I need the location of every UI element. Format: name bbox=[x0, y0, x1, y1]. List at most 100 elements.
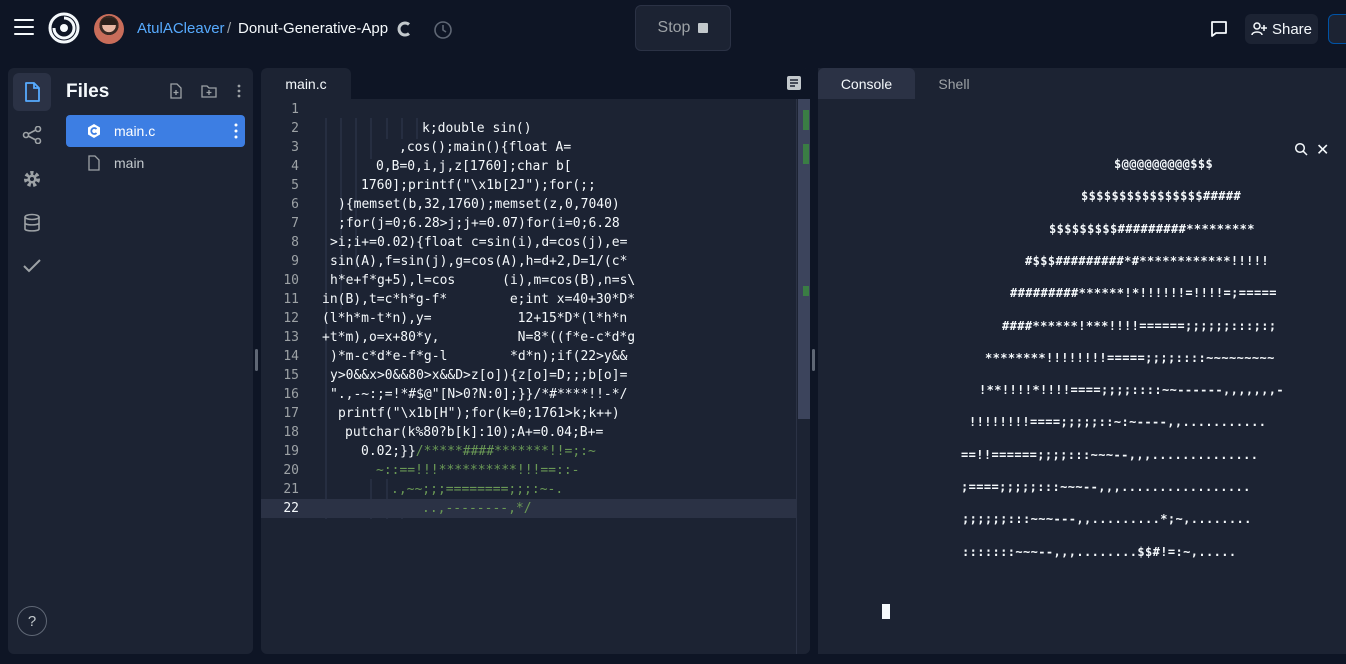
line-number: 1 bbox=[291, 102, 299, 117]
code-text: ~::==!!!**********!!!==::- bbox=[376, 463, 580, 478]
code-line[interactable]: 14)*m-c*d*e-f*g-l *d*n);if(22>y&& bbox=[261, 347, 809, 366]
line-number: 13 bbox=[283, 330, 299, 345]
code-text: )*m-c*d*e-f*g-l *d*n);if(22>y&& bbox=[330, 349, 628, 364]
code-line[interactable]: 8 >i;i+=0.02){float c=sin(i),d=cos(j),e= bbox=[261, 233, 809, 252]
line-number: 9 bbox=[291, 254, 299, 269]
code-text: ;for(j=0;6.28>j;j+=0.07)for(i=0;6.28 bbox=[338, 216, 620, 231]
avatar[interactable] bbox=[94, 14, 124, 44]
history-icon[interactable] bbox=[432, 19, 454, 41]
editor-options-icon[interactable] bbox=[786, 75, 802, 91]
panel-resize-handle[interactable] bbox=[812, 349, 815, 371]
close-icon[interactable]: ✕ bbox=[1316, 140, 1329, 160]
settings-tool-button[interactable] bbox=[13, 160, 51, 198]
more-options-icon[interactable] bbox=[231, 83, 247, 99]
share-button[interactable]: Share bbox=[1245, 14, 1318, 44]
file-item-main-c[interactable]: main.c bbox=[66, 115, 245, 147]
help-button[interactable]: ? bbox=[17, 606, 47, 636]
code-line[interactable]: 18 putchar(k%80?b[k]:10);A+=0.04;B+= bbox=[261, 423, 809, 442]
line-number: 20 bbox=[283, 463, 299, 478]
code-line[interactable]: 17 printf("\x1b[H");for(k=0;1761>k;k++) bbox=[261, 404, 809, 423]
editor-tab-bar: main.c bbox=[261, 68, 810, 99]
line-number: 19 bbox=[283, 444, 299, 459]
breadcrumb-separator: / bbox=[227, 20, 232, 37]
code-line[interactable]: 15 y>0&&x>0&&80>x&&D>z[o]){z[o]=D;;;b[o]= bbox=[261, 366, 809, 385]
code-line[interactable]: 12 (l*h*m-t*n),y= 12+15*D*(l*h*n bbox=[261, 309, 809, 328]
git-tool-button[interactable] bbox=[13, 116, 51, 154]
code-area[interactable]: 1 2 k;double sin() 3 ,cos();main(){float A= 4… bbox=[261, 99, 809, 654]
code-line[interactable]: 19 0.02;}}/*****####*******!!=;:~ bbox=[261, 442, 809, 461]
code-line[interactable]: 11 in(B),t=c*h*g-f* e;int x=40+30*D* bbox=[261, 290, 809, 309]
code-line[interactable]: 13 +t*m),o=x+80*y, N=8*((f*e-c*d*g bbox=[261, 328, 809, 347]
repl-name[interactable]: Donut-Generative-App bbox=[238, 20, 388, 37]
line-number: 5 bbox=[291, 178, 299, 193]
code-text: +t*m),o=x+80*y, N=8*((f*e-c*d*g bbox=[322, 330, 636, 345]
code-line[interactable]: 6 ){memset(b,32,1760);memset(z,0,7040) bbox=[261, 195, 809, 214]
console-output-line: ==!!======;;;;:::~~~--,,,.............. bbox=[961, 447, 1259, 462]
code-text: ,cos();main(){float A= bbox=[399, 140, 572, 155]
line-number: 18 bbox=[283, 425, 299, 440]
checks-tool-button[interactable] bbox=[13, 247, 51, 285]
tab-label: Console bbox=[840, 75, 893, 92]
chat-icon[interactable] bbox=[1208, 18, 1230, 40]
console-tab-bar: Console Shell bbox=[818, 68, 1346, 99]
stop-button[interactable]: Stop bbox=[635, 5, 731, 51]
code-text: (l*h*m-t*n),y= 12+15*D*(l*h*n bbox=[322, 311, 628, 326]
console-output-area[interactable]: ✕ $@@@@@@@@@$$$ $$$$$$$$$$$$$$$$##### $$$$… bbox=[818, 99, 1346, 654]
search-icon[interactable] bbox=[1294, 142, 1308, 156]
new-folder-icon[interactable] bbox=[201, 83, 217, 99]
code-text: 1760];printf("\x1b[2J");for(;; bbox=[361, 178, 596, 193]
code-line[interactable]: 1 bbox=[261, 100, 809, 119]
code-text: ){memset(b,32,1760);memset(z,0,7040) bbox=[338, 197, 620, 212]
line-number: 12 bbox=[283, 311, 299, 326]
console-cursor bbox=[882, 604, 890, 619]
new-file-icon[interactable] bbox=[168, 83, 184, 99]
code-line[interactable]: 22 ..,--------,*/ bbox=[261, 499, 809, 518]
tool-rail: ? bbox=[8, 68, 53, 654]
files-panel: Files main.c main bbox=[53, 68, 253, 654]
console-output-line: #########******!*!!!!!!=!!!!=;===== bbox=[1010, 286, 1277, 301]
file-name: main bbox=[114, 155, 145, 171]
code-line[interactable]: 10 h*e+f*g+5),l=cos (i),m=cos(B),n=s\ bbox=[261, 271, 809, 290]
tab-main-c[interactable]: main.c bbox=[261, 68, 351, 99]
owner-link[interactable]: AtulACleaver bbox=[137, 20, 225, 37]
tab-console[interactable]: Console bbox=[818, 68, 915, 99]
console-output-line: !**!!!!*!!!!====;;;;::::~~------,,,,,,,- bbox=[979, 383, 1284, 398]
line-number: 6 bbox=[291, 197, 299, 212]
menu-icon[interactable] bbox=[14, 19, 34, 35]
line-number: 8 bbox=[291, 235, 299, 250]
gear-icon bbox=[24, 171, 40, 187]
tab-label: main.c bbox=[285, 75, 327, 92]
line-number: 11 bbox=[283, 292, 299, 307]
console-output-line: $$$$$$$$$#########********* bbox=[1049, 221, 1255, 236]
line-number: 16 bbox=[283, 387, 299, 402]
file-icon bbox=[88, 155, 100, 171]
code-line[interactable]: 5 1760];printf("\x1b[2J");for(;; bbox=[261, 176, 809, 195]
share-label: Share bbox=[1271, 20, 1313, 38]
code-text: k;double sin() bbox=[422, 121, 532, 136]
code-line[interactable]: 4 0,B=0,i,j,z[1760];char b[ bbox=[261, 157, 809, 176]
code-line[interactable]: 9 sin(A),f=sin(j),g=cos(A),h=d+2,D=1/(c* bbox=[261, 252, 809, 271]
line-number: 15 bbox=[283, 368, 299, 383]
kebab-menu-icon[interactable] bbox=[233, 122, 239, 140]
line-number: 10 bbox=[283, 273, 299, 288]
files-panel-title: Files bbox=[66, 81, 110, 102]
panel-resize-handle[interactable] bbox=[255, 349, 258, 371]
search-button[interactable] bbox=[1328, 14, 1346, 44]
code-line[interactable]: 20 ~::==!!!**********!!!==::- bbox=[261, 461, 809, 480]
code-line[interactable]: 21 .,~~;;;========;;;:~-. bbox=[261, 480, 809, 499]
file-item-main[interactable]: main bbox=[66, 147, 245, 179]
database-tool-button[interactable] bbox=[13, 204, 51, 242]
code-line[interactable]: 16 ".,-~:;=!*#$@"[N>0?N:0];}}/*#****!!-*/ bbox=[261, 385, 809, 404]
code-text: y>0&&x>0&&80>x&&D>z[o]){z[o]=D;;;b[o]= bbox=[330, 368, 628, 383]
replit-logo-icon[interactable] bbox=[48, 12, 80, 44]
code-line[interactable]: 7 ;for(j=0;6.28>j;j+=0.07)for(i=0;6.28 bbox=[261, 214, 809, 233]
console-output-line: $$$$$$$$$$$$$$$$##### bbox=[1081, 189, 1242, 204]
line-number: 22 bbox=[283, 501, 299, 516]
code-text: sin(A),f=sin(j),g=cos(A),h=d+2,D=1/(c* bbox=[330, 254, 628, 269]
database-icon bbox=[24, 213, 40, 232]
line-number: 17 bbox=[283, 406, 299, 421]
code-line[interactable]: 2 k;double sin() bbox=[261, 119, 809, 138]
files-tool-button[interactable] bbox=[13, 73, 51, 111]
code-line[interactable]: 3 ,cos();main(){float A= bbox=[261, 138, 809, 157]
tab-shell[interactable]: Shell bbox=[915, 68, 993, 99]
